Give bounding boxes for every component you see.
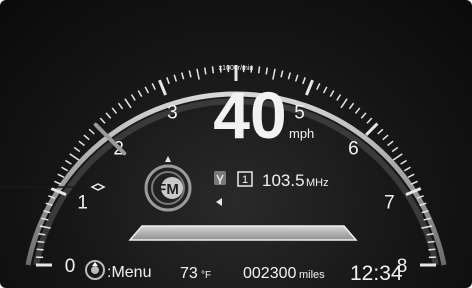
tachometer-label: 7 xyxy=(384,192,395,213)
tachometer-label: 6 xyxy=(348,139,359,160)
tachometer-tick xyxy=(83,134,90,141)
tachometer-tick xyxy=(427,240,435,244)
tachometer-tick xyxy=(61,166,68,172)
tachometer-tick xyxy=(54,180,62,185)
tachometer-tick xyxy=(365,122,379,136)
tachometer-tick xyxy=(316,83,321,91)
tachometer-tick xyxy=(410,180,418,185)
tachometer-tick xyxy=(105,112,112,119)
tachometer-tick xyxy=(294,74,299,82)
tachometer-tick xyxy=(336,94,342,101)
tachometer-gauge: 012345678 x1000r/min 40 mph FM 1 103.5 M… xyxy=(0,65,447,285)
steering-button-icon xyxy=(85,260,105,280)
svg-text:FM: FM xyxy=(157,181,179,198)
tachometer-tick xyxy=(404,166,411,172)
fm-radio-icon: FM xyxy=(144,156,192,236)
tachometer-tick xyxy=(124,98,132,109)
tachometer-tick xyxy=(302,77,306,85)
tachometer-label: 3 xyxy=(167,103,178,124)
tachometer-tick xyxy=(144,86,150,94)
tachometer-label: 0 xyxy=(65,256,76,277)
tachometer-tick xyxy=(377,128,384,135)
tachometer-tick xyxy=(211,66,215,74)
tachometer-tick xyxy=(257,66,261,74)
tachometer-tick xyxy=(57,173,65,179)
tachometer-tick xyxy=(265,67,269,75)
temperature-unit: °F xyxy=(201,270,211,281)
tachometer-tick xyxy=(37,240,45,244)
tachometer-unit: x1000r/min xyxy=(219,65,254,72)
tachometer-tick xyxy=(188,70,192,78)
tachometer-tick xyxy=(69,153,80,161)
tachometer-tick xyxy=(158,79,167,96)
speed-unit: mph xyxy=(289,126,314,141)
tachometer-tick xyxy=(354,107,361,114)
info-bar xyxy=(128,225,358,241)
tachometer-tick xyxy=(280,70,284,78)
left-arrow-icon xyxy=(216,198,222,206)
odometer: 002300 xyxy=(243,265,296,282)
tachometer-tick xyxy=(400,159,407,165)
frequency: 103.5 xyxy=(262,171,305,190)
tachometer-tick xyxy=(360,112,367,119)
tachometer-tick xyxy=(392,153,403,161)
tachometer-tick xyxy=(78,140,85,147)
tachometer-tick xyxy=(407,173,415,179)
tachometer-tick xyxy=(151,83,156,91)
tachometer-tick xyxy=(99,117,106,124)
speed-value: 40 xyxy=(213,78,286,152)
tachometer-label: 1 xyxy=(77,192,88,213)
tachometer-tick xyxy=(366,117,373,124)
tachometer-tick xyxy=(111,107,118,114)
tachometer-tick xyxy=(130,94,136,101)
tachometer-tick xyxy=(428,248,436,251)
tachometer-tick xyxy=(88,128,95,135)
tachometer-tick xyxy=(322,86,328,94)
tachometer-tick xyxy=(348,102,355,110)
tachometer-tick xyxy=(391,146,399,153)
tachometer-tick xyxy=(382,134,389,141)
preset-number: 1 xyxy=(242,174,248,186)
radio-signal-icon xyxy=(214,171,226,185)
tachometer-tick xyxy=(305,79,314,96)
tachometer-label: 5 xyxy=(294,103,305,124)
tachometer-tick xyxy=(196,68,200,80)
tachometer-tick xyxy=(73,146,81,153)
tachometer-tick xyxy=(180,72,185,80)
clock: 12:34 xyxy=(350,262,403,285)
callout-marker xyxy=(90,183,106,191)
tachometer-tick xyxy=(65,159,72,165)
tachometer-tick xyxy=(203,67,207,75)
tachometer-tick xyxy=(340,98,348,109)
odometer-unit: miles xyxy=(299,269,325,281)
tachometer-tick xyxy=(166,77,170,85)
tachometer-tick xyxy=(117,102,124,110)
frequency-unit: MHz xyxy=(306,177,329,189)
tachometer-tick xyxy=(387,140,394,147)
tachometer-tick xyxy=(287,72,292,80)
tachometer-tick xyxy=(329,90,335,97)
menu-label: :Menu xyxy=(107,264,151,281)
tachometer-tick xyxy=(137,90,143,97)
tachometer-tick xyxy=(36,248,44,251)
temperature: 73 xyxy=(180,265,198,282)
tachometer-tick xyxy=(173,74,178,82)
